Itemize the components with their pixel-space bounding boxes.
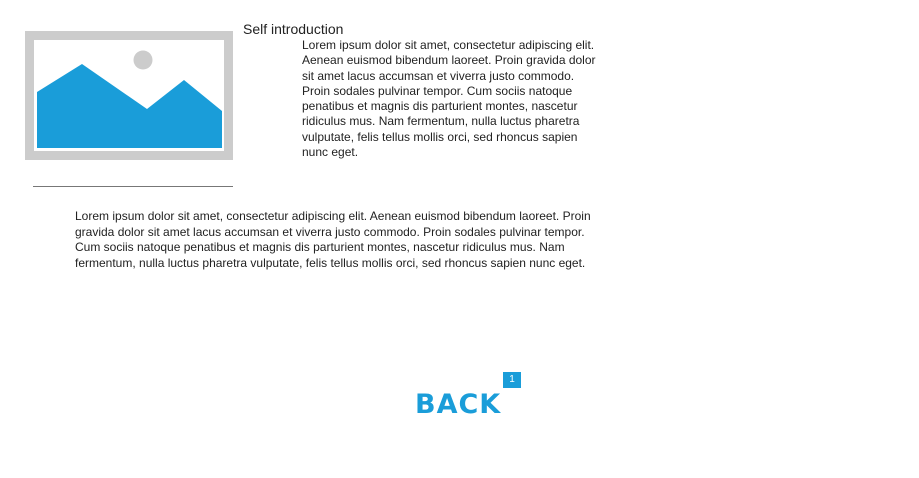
notification-badge: 1	[503, 372, 521, 388]
back-button[interactable]: BACK 1	[413, 370, 525, 424]
divider	[33, 186, 233, 187]
image-placeholder-icon	[25, 31, 233, 160]
body-paragraph: Lorem ipsum dolor sit amet, consectetur …	[75, 209, 591, 270]
back-button-label: BACK	[415, 389, 502, 420]
sun-shape	[133, 50, 153, 70]
section-title: Self introduction	[243, 21, 344, 37]
intro-paragraph: Lorem ipsum dolor sit amet, consectetur …	[302, 38, 596, 160]
